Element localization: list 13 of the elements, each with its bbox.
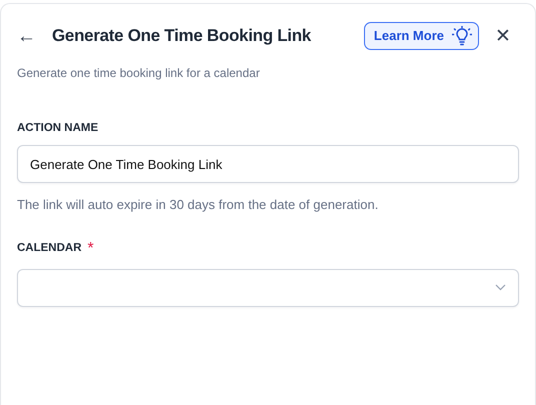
learn-more-button[interactable]: Learn More — [364, 22, 479, 50]
back-button[interactable]: ← — [17, 26, 36, 46]
action-name-field[interactable]: Generate One Time Booking Link — [17, 145, 519, 184]
calendar-dropdown[interactable] — [17, 268, 519, 307]
panel-title: Generate One Time Booking Link — [52, 25, 311, 48]
subtitle: Generate one time booking link for a calendar — [17, 65, 261, 82]
close-button[interactable]: ✕ — [495, 26, 511, 46]
chevron-down-icon — [495, 284, 506, 292]
lightbulb-icon — [452, 26, 472, 46]
required-mark: * — [88, 238, 94, 259]
help-text: The link will auto expire in 30 days from the date of generation. — [17, 196, 380, 214]
field-label: CALENDAR — [17, 241, 82, 256]
field-label: ACTION NAME — [17, 121, 98, 136]
